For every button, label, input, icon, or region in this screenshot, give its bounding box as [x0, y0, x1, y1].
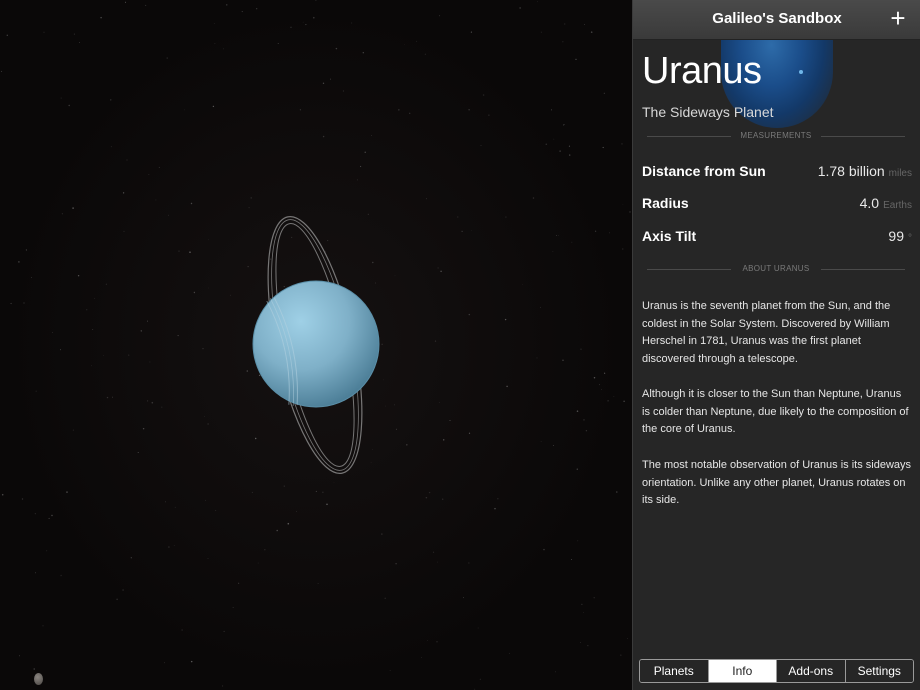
about-paragraph: Although it is closer to the Sun than Ne…: [642, 388, 909, 435]
tab-planets[interactable]: Planets: [640, 660, 709, 682]
measurement-value: 4.0 Earths: [859, 195, 912, 211]
measurement-label: Radius: [642, 195, 689, 211]
measurements-header: MEASUREMENTS: [647, 131, 905, 143]
measurement-unit: miles: [888, 168, 912, 179]
planet-name: Uranus: [642, 50, 762, 92]
about-paragraph: The most notable observation of Uranus i…: [642, 459, 912, 506]
info-panel: Galileo's Sandbox + Uranus The Sideways …: [632, 0, 920, 690]
planet-subtitle: The Sideways Planet: [642, 104, 774, 120]
navigation-bar: Galileo's Sandbox +: [633, 0, 920, 40]
tab-settings[interactable]: Settings: [845, 660, 913, 682]
uranus-thumbnail-moon: [799, 70, 803, 74]
measurement-row-axis-tilt: Axis Tilt 99 °: [642, 226, 912, 248]
measurement-value: 1.78 billion miles: [817, 163, 912, 179]
measurement-label: Axis Tilt: [642, 228, 697, 244]
about-paragraph: Uranus is the seventh planet from the Su…: [642, 300, 891, 365]
about-header: ABOUT URANUS: [647, 264, 905, 276]
measurement-unit: °: [908, 233, 912, 244]
measurement-unit: Earths: [883, 200, 912, 211]
planet-viewport[interactable]: [0, 0, 632, 690]
segmented-tab-bar: Planets Info Add-ons Settings: [639, 659, 914, 683]
tab-add-ons[interactable]: Add-ons: [777, 660, 846, 682]
uranus-3d-model[interactable]: [0, 0, 632, 690]
measurement-label: Distance from Sun: [642, 163, 766, 179]
plus-icon[interactable]: +: [885, 4, 911, 32]
measurement-row-radius: Radius 4.0 Earths: [642, 193, 912, 215]
app-title: Galileo's Sandbox: [712, 10, 842, 27]
measurement-row-distance: Distance from Sun 1.78 billion miles: [642, 161, 912, 183]
moon[interactable]: [34, 673, 43, 685]
measurement-value: 99 °: [888, 228, 912, 244]
tab-info[interactable]: Info: [708, 660, 777, 682]
